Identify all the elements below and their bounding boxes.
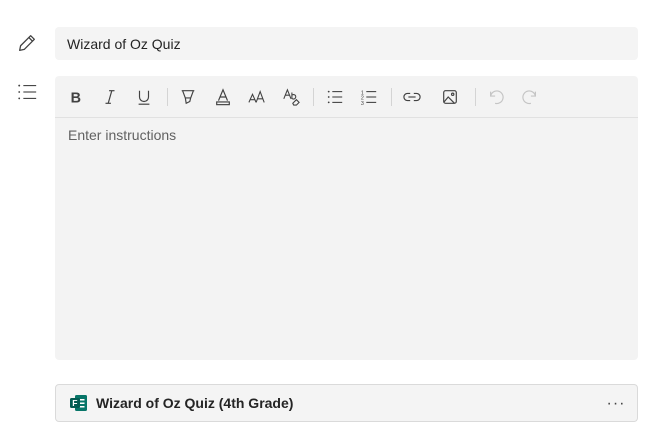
font-size-icon[interactable]	[245, 85, 269, 109]
italic-icon[interactable]	[98, 85, 122, 109]
underline-icon[interactable]	[132, 85, 156, 109]
redo-icon[interactable]	[518, 85, 542, 109]
toolbar-separator	[391, 88, 392, 106]
font-color-icon[interactable]	[211, 85, 235, 109]
bold-icon[interactable]: B	[64, 85, 88, 109]
svg-text:B: B	[71, 90, 81, 106]
link-icon[interactable]	[400, 85, 424, 109]
instructions-editor[interactable]: B 1 2 3 Enter instructions	[55, 76, 638, 360]
toolbar-separator	[167, 88, 168, 106]
svg-text:3: 3	[361, 101, 364, 106]
toolbar-separator	[313, 88, 314, 106]
numbered-list-icon[interactable]: 123	[357, 85, 381, 109]
more-options-icon[interactable]: ···	[605, 393, 627, 415]
title-text: Wizard of Oz Quiz	[67, 35, 181, 52]
svg-text:F: F	[72, 398, 77, 408]
clear-formatting-icon[interactable]	[279, 85, 303, 109]
instructions-placeholder: Enter instructions	[68, 127, 177, 143]
image-icon[interactable]	[438, 85, 462, 109]
highlight-icon[interactable]	[176, 85, 200, 109]
bulleted-list-icon[interactable]	[323, 85, 347, 109]
title-field[interactable]: Wizard of Oz Quiz	[55, 27, 638, 60]
attachment-title: Wizard of Oz Quiz (4th Grade)	[96, 395, 294, 411]
formatting-toolbar: B 1 2 3	[55, 76, 638, 118]
list-icon	[15, 80, 39, 104]
undo-icon[interactable]	[484, 85, 508, 109]
attachment-card[interactable]: F Wizard of Oz Quiz (4th Grade) ···	[55, 384, 638, 422]
microsoft-forms-icon: F	[69, 393, 89, 413]
pencil-icon	[15, 31, 39, 55]
assignment-editor: Wizard of Oz Quiz B 1 2 3 Enter instruct…	[0, 0, 654, 433]
toolbar-separator	[475, 88, 476, 106]
